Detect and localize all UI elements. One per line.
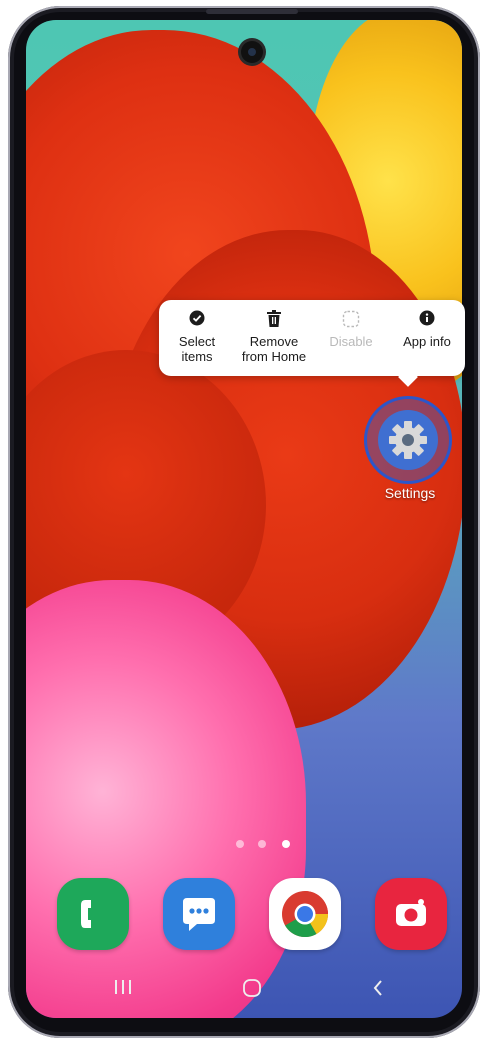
settings-app-label: Settings: [384, 485, 436, 501]
recents-button[interactable]: [113, 978, 133, 1001]
info-icon: [391, 310, 463, 328]
camera-app[interactable]: [375, 878, 447, 950]
home-button[interactable]: [242, 978, 262, 1003]
chrome-app[interactable]: [269, 878, 341, 950]
phone-app[interactable]: [57, 878, 129, 950]
page-indicator-dot: [236, 840, 244, 848]
disable-button[interactable]: Disable: [319, 310, 383, 349]
remove-label-2: from Home: [241, 349, 307, 364]
recents-icon: [115, 980, 131, 994]
page-indicator-dot-active: [282, 840, 290, 848]
page-indicator-dot: [258, 840, 266, 848]
messages-app[interactable]: [163, 878, 235, 950]
chrome-icon: [282, 891, 329, 938]
select-items-label-2: items: [181, 349, 213, 364]
back-icon: [373, 980, 382, 996]
settings-app-icon: [378, 410, 438, 470]
select-items-label-1: Select: [178, 334, 216, 349]
remove-label-1: Remove: [249, 334, 299, 349]
remove-from-home-button[interactable]: Remove from Home: [231, 310, 317, 364]
earpiece-speaker: [206, 9, 298, 14]
disable-label: Disable: [329, 334, 373, 349]
settings-app[interactable]: Settings: [363, 396, 457, 506]
disable-dashed-icon: [319, 310, 383, 328]
gear-icon: [389, 421, 427, 459]
phone-icon: [81, 900, 91, 928]
front-camera: [241, 41, 263, 63]
home-screen: [26, 20, 462, 1018]
check-circle-icon: [163, 310, 231, 328]
app-context-menu: Select items Remove from Home Disable Ap…: [159, 300, 465, 387]
back-button[interactable]: [370, 978, 386, 1003]
trash-icon: [231, 310, 317, 328]
app-info-label: App info: [403, 334, 451, 349]
home-icon: [243, 979, 261, 997]
select-items-button[interactable]: Select items: [163, 310, 231, 364]
messages-icon: [183, 898, 215, 931]
camera-icon: [396, 899, 426, 926]
app-info-button[interactable]: App info: [391, 310, 463, 349]
